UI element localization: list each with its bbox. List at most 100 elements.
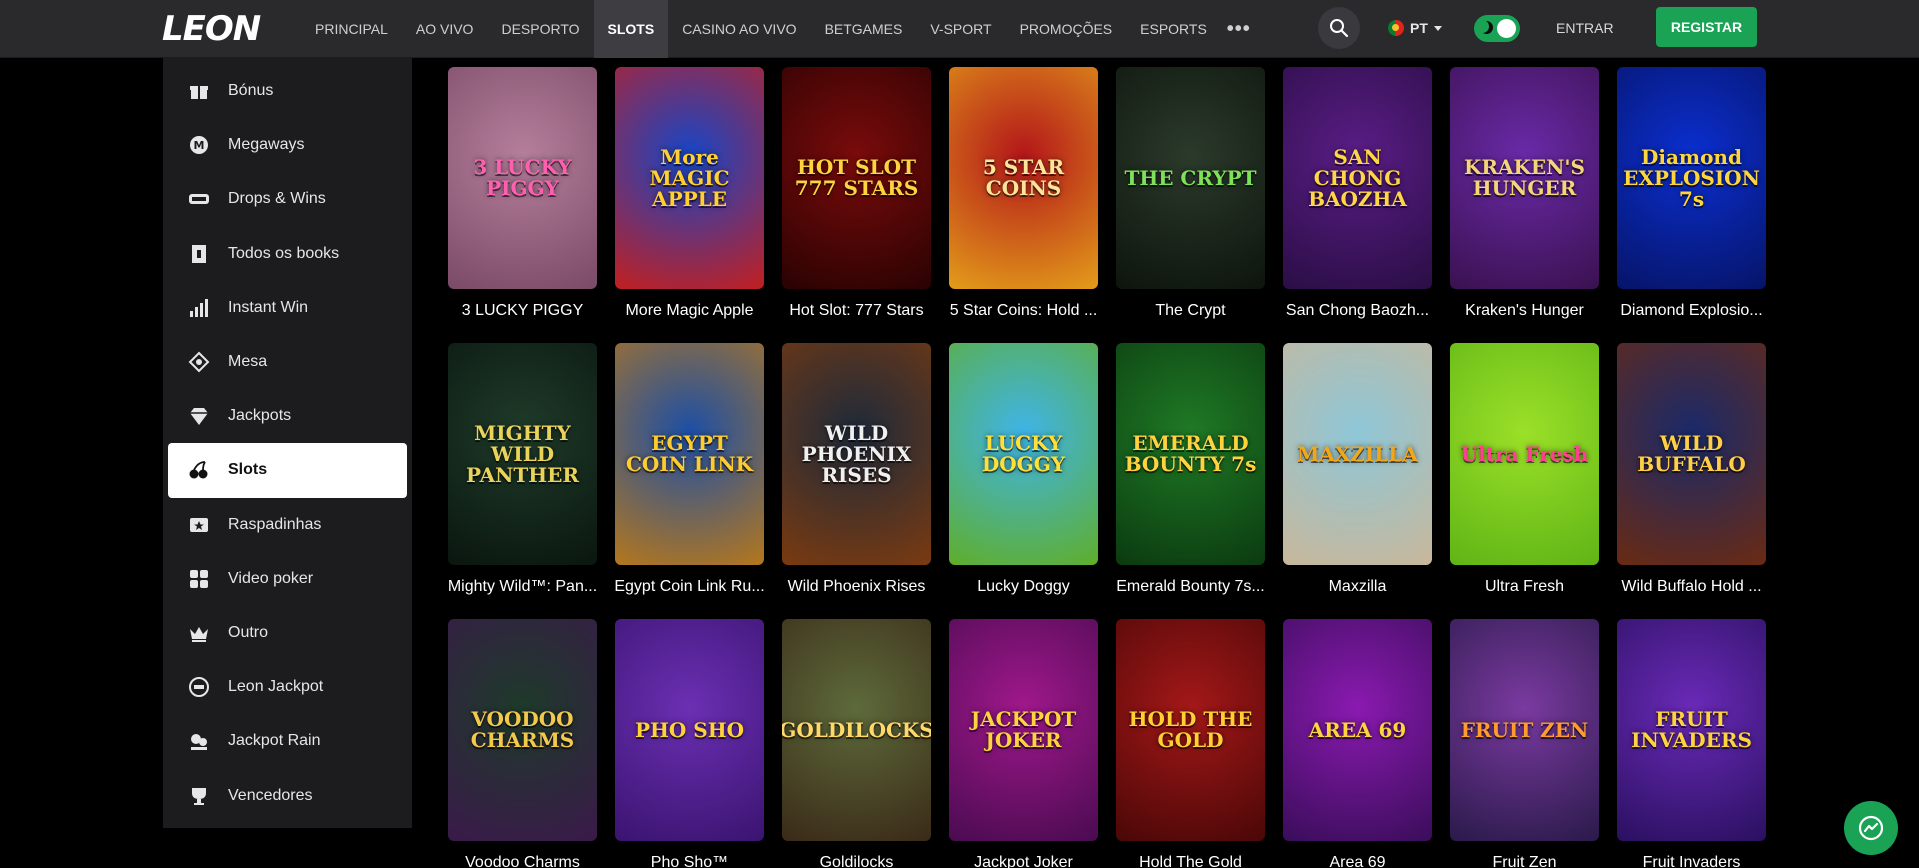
sidebar-item-raspadinhas[interactable]: Raspadinhas [168,498,407,552]
game-thumbnail[interactable]: WILD PHOENIX RISES [782,343,931,565]
game-title[interactable]: Goldilocks [782,841,931,868]
more-menu-icon[interactable]: ••• [1221,0,1257,58]
game-card[interactable]: Ultra Fresh Ultra Fresh [1450,343,1599,609]
game-card[interactable]: EMERALD BOUNTY 7s Emerald Bounty 7s... [1116,343,1265,609]
game-card[interactable]: WILD BUFFALO Wild Buffalo Hold ... [1617,343,1766,609]
game-title[interactable]: Voodoo Charms [448,841,597,868]
game-card[interactable]: WILD PHOENIX RISES Wild Phoenix Rises [782,343,931,609]
sidebar-item-jackpot-rain[interactable]: Jackpot Rain [168,714,407,768]
sidebar-item-drops-wins[interactable]: Drops & Wins [168,172,407,226]
game-thumbnail[interactable]: FRUIT ZEN [1450,619,1599,841]
nav-item-desporto[interactable]: DESPORTO [487,0,593,58]
game-card[interactable]: MIGHTY WILD PANTHER Mighty Wild™: Pan... [448,343,597,609]
game-card[interactable]: More MAGIC APPLE More Magic Apple [615,67,764,333]
nav-item-betgames[interactable]: BETGAMES [811,0,917,58]
game-title[interactable]: Emerald Bounty 7s... [1116,565,1265,609]
game-thumbnail[interactable]: AREA 69 [1283,619,1432,841]
sidebar-item-instant-win[interactable]: Instant Win [168,281,407,335]
game-title[interactable]: Maxzilla [1283,565,1432,609]
sidebar-item-bónus[interactable]: Bónus [168,64,407,118]
game-title[interactable]: Pho Sho™ [615,841,764,868]
game-thumbnail[interactable]: HOT SLOT 777 STARS [782,67,931,289]
game-card[interactable]: KRAKEN'S HUNGER Kraken's Hunger [1450,67,1599,333]
game-title[interactable]: Wild Phoenix Rises [782,565,931,609]
game-thumbnail[interactable]: HOLD THE GOLD [1116,619,1265,841]
sidebar-item-outro[interactable]: Outro [168,606,407,660]
sidebar-item-leon-jackpot[interactable]: Leon Jackpot [168,660,407,714]
game-card[interactable]: SAN CHONG BAOZHA San Chong Baozh... [1283,67,1432,333]
game-card[interactable]: PHO SHO Pho Sho™ [615,619,764,868]
game-thumbnail[interactable]: THE CRYPT [1116,67,1265,289]
language-selector[interactable]: PT [1388,16,1442,40]
game-title[interactable]: Egypt Coin Link Ru... [615,565,764,609]
game-title[interactable]: Hot Slot: 777 Stars [782,289,931,333]
game-thumbnail[interactable]: WILD BUFFALO [1617,343,1766,565]
game-thumbnail[interactable]: PHO SHO [615,619,764,841]
game-card[interactable]: THE CRYPT The Crypt [1116,67,1265,333]
search-button[interactable] [1318,7,1360,49]
game-thumbnail[interactable]: KRAKEN'S HUNGER [1450,67,1599,289]
game-thumbnail[interactable]: EMERALD BOUNTY 7s [1116,343,1265,565]
game-title[interactable]: The Crypt [1116,289,1265,333]
nav-item-slots[interactable]: SLOTS [593,0,669,58]
nav-item-ao-vivo[interactable]: AO VIVO [402,0,488,58]
game-title[interactable]: Diamond Explosio... [1617,289,1766,333]
game-title[interactable]: Lucky Doggy [949,565,1098,609]
game-title[interactable]: Ultra Fresh [1450,565,1599,609]
chat-button[interactable] [1844,801,1898,855]
game-title[interactable]: 3 LUCKY PIGGY [448,289,597,333]
game-thumbnail[interactable]: Diamond EXPLOSION 7s [1617,67,1766,289]
game-title[interactable]: Fruit Zen [1450,841,1599,868]
game-card[interactable]: EGYPT COIN LINK Egypt Coin Link Ru... [615,343,764,609]
game-thumbnail[interactable]: MAXZILLA [1283,343,1432,565]
game-title[interactable]: Fruit Invaders [1617,841,1766,868]
game-card[interactable]: Diamond EXPLOSION 7s Diamond Explosio... [1617,67,1766,333]
game-card[interactable]: GOLDILOCKS Goldilocks [782,619,931,868]
game-title[interactable]: 5 Star Coins: Hold ... [949,289,1098,333]
game-thumbnail[interactable]: FRUIT INVADERS [1617,619,1766,841]
game-card[interactable]: HOT SLOT 777 STARS Hot Slot: 777 Stars [782,67,931,333]
nav-item-v-sport[interactable]: V-SPORT [916,0,1005,58]
game-thumbnail[interactable]: 3 LUCKY PIGGY [448,67,597,289]
game-title[interactable]: Area 69 [1283,841,1432,868]
sidebar-item-mesa[interactable]: Mesa [168,335,407,389]
game-card[interactable]: FRUIT INVADERS Fruit Invaders [1617,619,1766,868]
game-thumbnail[interactable]: SAN CHONG BAOZHA [1283,67,1432,289]
nav-item-casino-ao-vivo[interactable]: CASINO AO VIVO [668,0,810,58]
theme-toggle[interactable] [1474,15,1520,42]
game-card[interactable]: AREA 69 Area 69 [1283,619,1432,868]
game-title[interactable]: San Chong Baozh... [1283,289,1432,333]
game-thumbnail[interactable]: Ultra Fresh [1450,343,1599,565]
game-title[interactable]: Jackpot Joker [949,841,1098,868]
game-title[interactable]: Mighty Wild™: Pan... [448,565,597,609]
login-button[interactable]: ENTRAR [1556,14,1614,42]
sidebar-item-slots[interactable]: Slots [168,443,407,498]
game-title[interactable]: Kraken's Hunger [1450,289,1599,333]
game-card[interactable]: 5 STAR COINS 5 Star Coins: Hold ... [949,67,1098,333]
game-thumbnail[interactable]: 5 STAR COINS [949,67,1098,289]
register-button[interactable]: REGISTAR [1656,7,1757,47]
leon-logo[interactable]: LEON [162,12,284,46]
game-card[interactable]: VOODOO CHARMS Voodoo Charms [448,619,597,868]
game-card[interactable]: FRUIT ZEN Fruit Zen [1450,619,1599,868]
game-thumbnail[interactable]: MIGHTY WILD PANTHER [448,343,597,565]
sidebar-item-vencedores[interactable]: Vencedores [168,768,407,822]
game-card[interactable]: HOLD THE GOLD Hold The Gold [1116,619,1265,868]
game-thumbnail[interactable]: LUCKY DOGGY [949,343,1098,565]
nav-item-esports[interactable]: ESPORTS [1126,0,1221,58]
game-thumbnail[interactable]: GOLDILOCKS [782,619,931,841]
game-title[interactable]: Wild Buffalo Hold ... [1617,565,1766,609]
nav-item-promoções[interactable]: PROMOÇÕES [1006,0,1127,58]
sidebar-item-jackpots[interactable]: Jackpots [168,389,407,443]
game-card[interactable]: JACKPOT JOKER Jackpot Joker [949,619,1098,868]
sidebar-item-video-poker[interactable]: Video poker [168,552,407,606]
sidebar-item-todos-os-books[interactable]: Todos os books [168,227,407,281]
game-title[interactable]: Hold The Gold [1116,841,1265,868]
game-thumbnail[interactable]: More MAGIC APPLE [615,67,764,289]
sidebar-item-megaways[interactable]: M Megaways [168,118,407,172]
game-thumbnail[interactable]: VOODOO CHARMS [448,619,597,841]
nav-item-principal[interactable]: PRINCIPAL [301,0,402,58]
game-title[interactable]: More Magic Apple [615,289,764,333]
game-card[interactable]: 3 LUCKY PIGGY 3 LUCKY PIGGY [448,67,597,333]
game-thumbnail[interactable]: JACKPOT JOKER [949,619,1098,841]
